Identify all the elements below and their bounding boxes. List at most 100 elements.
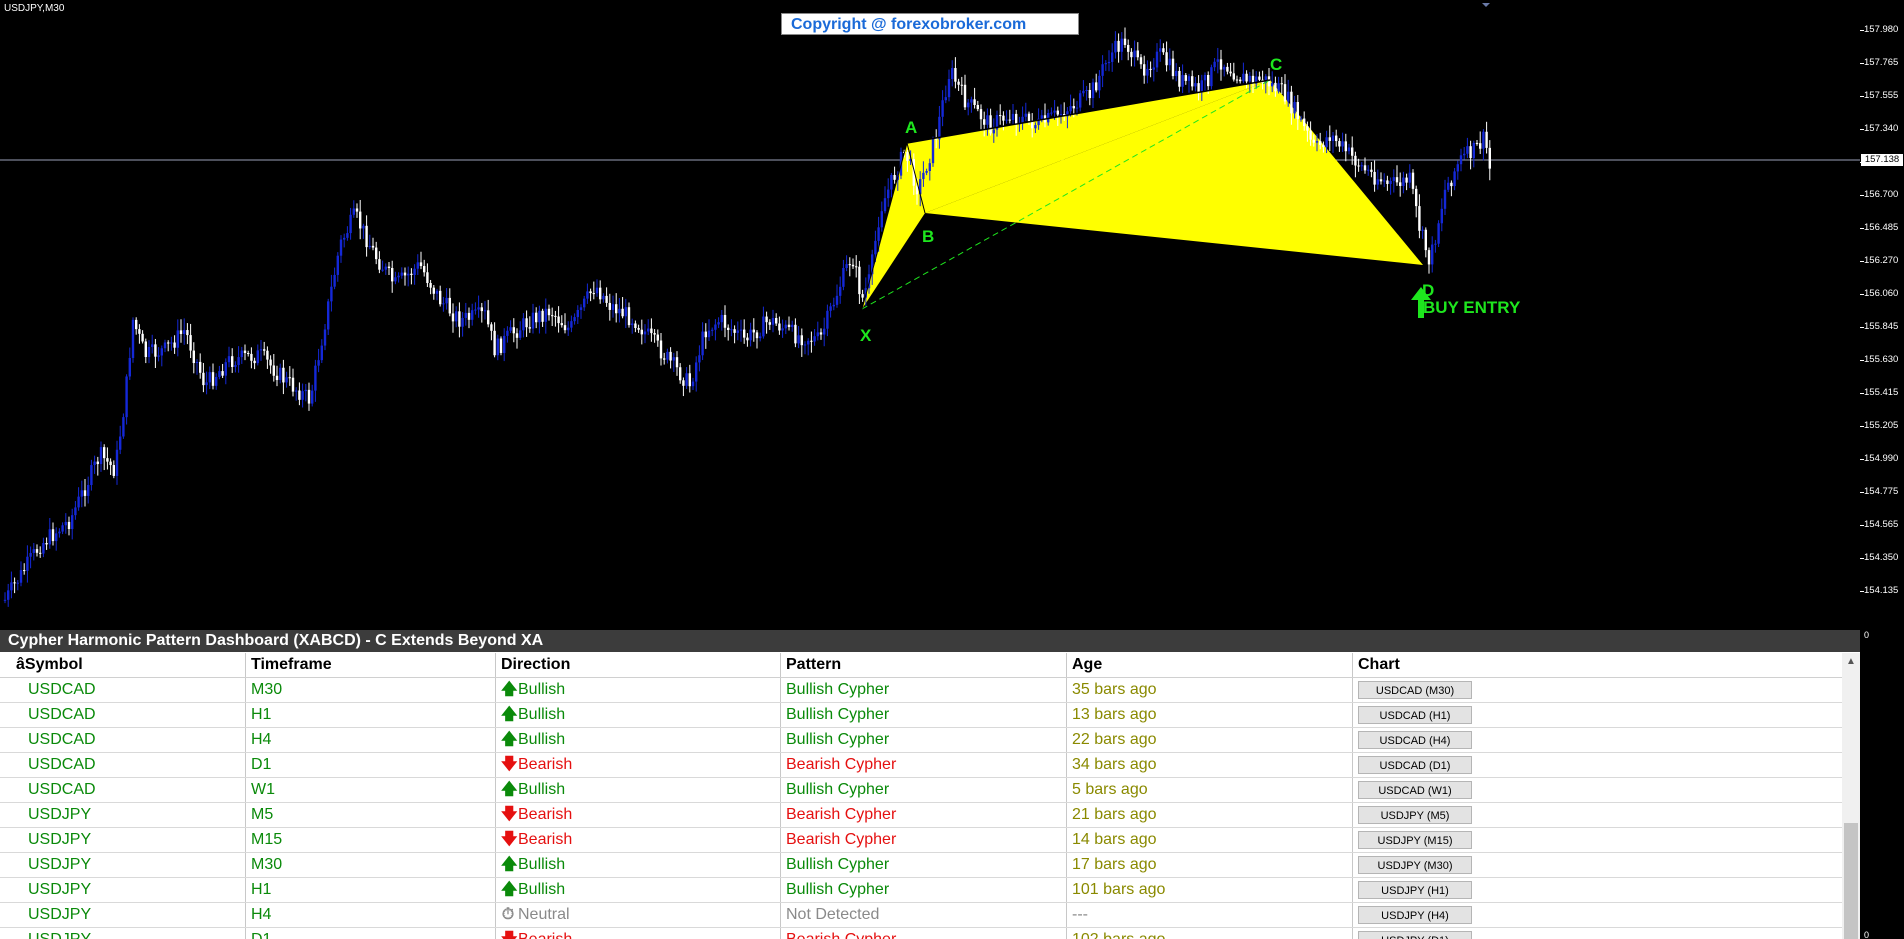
axis-tick-label: 156.060 xyxy=(1864,288,1899,299)
candle-body xyxy=(944,97,947,101)
row-direction-label: Bearish xyxy=(518,831,573,848)
candle-body xyxy=(1114,40,1117,53)
column-divider xyxy=(495,678,496,702)
candle-body xyxy=(691,381,695,387)
axis-tick-label: 157.980 xyxy=(1864,24,1899,35)
column-divider xyxy=(1352,803,1353,827)
candle-body xyxy=(349,214,352,234)
candlestick-plot[interactable] xyxy=(0,0,1860,628)
candle-body xyxy=(1139,57,1143,65)
open-chart-button[interactable]: USDJPY (M30) xyxy=(1358,856,1472,874)
candle-body xyxy=(1011,113,1015,121)
candle-body xyxy=(525,318,528,328)
candle-body xyxy=(883,198,887,212)
column-divider xyxy=(1066,678,1067,702)
open-chart-button[interactable]: USDCAD (M30) xyxy=(1358,681,1472,699)
candle-body xyxy=(1155,51,1159,68)
candle-body xyxy=(826,310,829,329)
table-row: USDJPY M15 🡇Bearish Bearish Cypher 14 bars a… xyxy=(0,828,1842,853)
candle-body xyxy=(471,310,474,320)
row-direction-label: Bullish xyxy=(518,781,566,798)
candle-body xyxy=(992,129,995,134)
row-symbol: USDCAD xyxy=(28,681,96,698)
open-chart-button[interactable]: USDJPY (M5) xyxy=(1358,806,1472,824)
open-chart-button[interactable]: USDCAD (H1) xyxy=(1358,706,1472,724)
candle-body xyxy=(493,330,496,356)
table-row: USDCAD W1 🡅Bullish Bullish Cypher 5 bars ago… xyxy=(0,778,1842,803)
candle-body xyxy=(589,291,592,294)
candle-body xyxy=(739,329,743,331)
open-chart-button[interactable]: USDJPY (D1) xyxy=(1358,931,1472,939)
open-chart-button[interactable]: USDJPY (H1) xyxy=(1358,881,1472,899)
open-chart-button[interactable]: USDJPY (H4) xyxy=(1358,906,1472,924)
row-pattern: Bearish Cypher xyxy=(786,756,897,773)
candle-body xyxy=(1143,64,1146,76)
open-chart-button[interactable]: USDJPY (M15) xyxy=(1358,831,1472,849)
row-timeframe: H4 xyxy=(251,731,272,748)
candle-body xyxy=(515,333,519,338)
candle-body xyxy=(979,109,983,120)
scroll-thumb[interactable] xyxy=(1844,823,1858,939)
candle-body xyxy=(746,337,749,341)
candle-body xyxy=(339,239,343,256)
dashboard-scrollbar[interactable]: ▲ xyxy=(1842,653,1860,939)
header-symbol[interactable]: âSymbol xyxy=(16,653,83,677)
candle-body xyxy=(1002,115,1005,121)
candle-body xyxy=(407,273,410,276)
candle-body xyxy=(227,356,231,363)
column-divider xyxy=(495,653,496,677)
candle-body xyxy=(522,318,525,331)
candle-body xyxy=(1319,141,1322,145)
candle-body xyxy=(269,359,272,366)
table-row: USDJPY H1 🡅Bullish Bullish Cypher 101 bars a… xyxy=(0,878,1842,903)
candle-body xyxy=(650,328,653,334)
candle-body xyxy=(1290,91,1293,114)
candle-body xyxy=(1277,83,1280,92)
column-divider xyxy=(495,778,496,802)
candle-body xyxy=(192,350,195,364)
candle-body xyxy=(397,275,400,278)
candle-body xyxy=(39,552,42,554)
open-chart-button[interactable]: USDCAD (H4) xyxy=(1358,731,1472,749)
candle-body xyxy=(1024,113,1027,117)
candle-body xyxy=(195,361,199,364)
candle-body xyxy=(791,324,794,328)
column-divider xyxy=(1066,878,1067,902)
candle-body xyxy=(384,266,387,270)
candle-body xyxy=(999,115,1002,117)
candle-body xyxy=(87,485,90,496)
open-chart-button[interactable]: USDCAD (D1) xyxy=(1358,756,1472,774)
open-chart-button[interactable]: USDCAD (W1) xyxy=(1358,781,1472,799)
arrow-up-icon: 🡅 xyxy=(501,781,518,798)
candle-body xyxy=(1162,48,1165,53)
candle-body xyxy=(1210,67,1213,87)
candle-body xyxy=(874,240,877,255)
header-age[interactable]: Age xyxy=(1072,653,1102,677)
header-direction[interactable]: Direction xyxy=(501,653,570,677)
candle-body xyxy=(67,521,71,530)
header-chart[interactable]: Chart xyxy=(1358,653,1400,677)
candle-body xyxy=(256,350,259,364)
candle-body xyxy=(1088,89,1091,99)
pattern-point-b: B xyxy=(922,227,935,246)
row-pattern: Bearish Cypher xyxy=(786,831,897,848)
column-divider xyxy=(245,903,246,927)
candle-body xyxy=(48,529,51,545)
axis-tick-label: 154.990 xyxy=(1864,453,1899,464)
header-pattern[interactable]: Pattern xyxy=(786,653,841,677)
candle-body xyxy=(1357,165,1360,167)
candle-body xyxy=(656,334,659,341)
candle-body xyxy=(259,349,263,351)
header-timeframe[interactable]: Timeframe xyxy=(251,653,332,677)
candle-body xyxy=(1015,113,1018,125)
price-chart[interactable]: USDJPY,M30 Copyright @ forexobroker.com … xyxy=(0,0,1904,640)
scroll-up-arrow-icon[interactable]: ▲ xyxy=(1842,653,1860,671)
candle-body xyxy=(311,390,314,404)
candle-body xyxy=(330,286,333,302)
candle-body xyxy=(221,371,224,376)
candle-body xyxy=(1427,250,1431,265)
column-divider xyxy=(1352,878,1353,902)
candle-body xyxy=(263,349,266,351)
candle-body xyxy=(58,531,61,534)
candle-body xyxy=(890,174,893,190)
